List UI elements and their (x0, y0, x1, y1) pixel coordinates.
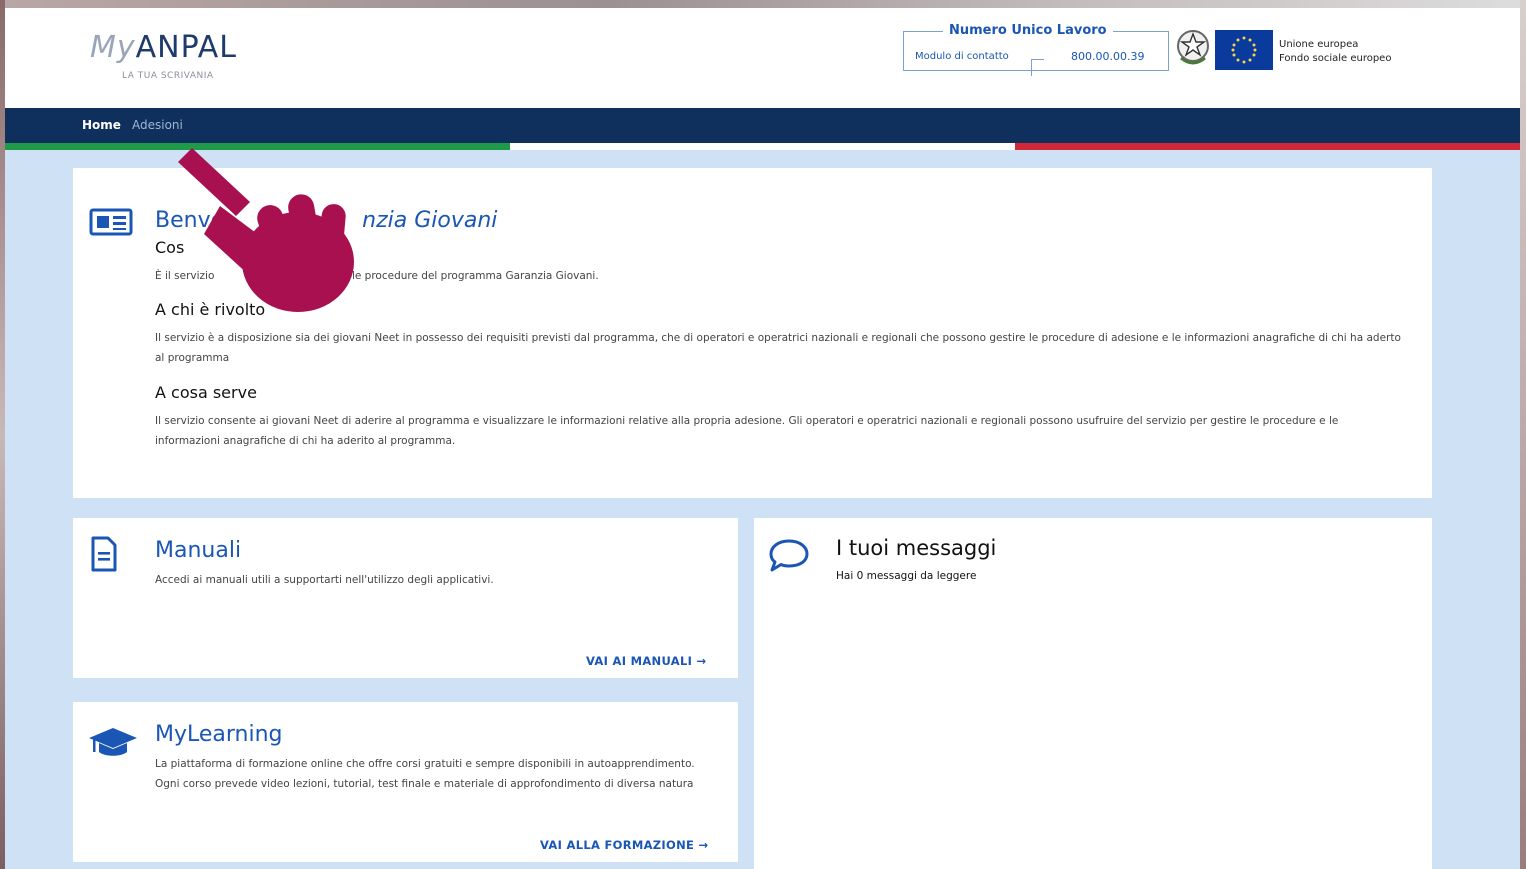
nav-home[interactable]: Home (82, 118, 121, 132)
screen-frame-top (0, 0, 1526, 8)
logo-subtitle: LA TUA SCRIVANIA (122, 71, 214, 81)
logo-prefix: My (90, 30, 136, 65)
logo-main: ANPAL (135, 30, 238, 65)
myanpal-logo[interactable]: MyANPAL LA TUA SCRIVANIA (90, 30, 237, 81)
newspaper-icon (89, 208, 133, 236)
screen-frame-right (1520, 0, 1526, 869)
eu-flag-icon (1215, 30, 1273, 70)
site-header: MyANPAL LA TUA SCRIVANIA Numero Unico La… (5, 8, 1520, 108)
document-icon (91, 536, 117, 572)
contact-number[interactable]: 800.00.00.39 (1071, 50, 1144, 63)
eu-fund-text: Unione europea Fondo sociale europeo (1279, 39, 1392, 64)
vai-alla-formazione-link[interactable]: VAI ALLA FORMAZIONE → (540, 838, 708, 852)
section-a-chi-text: Il servizio è a disposizione sia dei gio… (155, 332, 1401, 364)
numero-unico-lavoro-box: Numero Unico Lavoro Modulo di contatto 8… (903, 23, 1169, 76)
speech-bubble-icon (769, 539, 809, 572)
contact-form-link[interactable]: Modulo di contatto (915, 51, 1009, 62)
manuali-card: Manuali Accedi ai manuali utili a suppor… (73, 518, 738, 678)
mylearning-title[interactable]: MyLearning (155, 722, 283, 747)
graduation-cap-icon (89, 728, 137, 756)
messaggi-title: I tuoi messaggi (836, 536, 997, 560)
section-a-cosa-text: Il servizio consente ai giovani Neet di … (155, 415, 1339, 447)
italian-republic-emblem-icon (1177, 30, 1209, 65)
mylearning-card: MyLearning La piattaforma di formazione … (73, 702, 738, 862)
mylearning-text: La piattaforma di formazione online che … (155, 758, 695, 790)
main-navbar: Home Adesioni (5, 108, 1520, 143)
messaggi-count-text[interactable]: Hai 0 messaggi da leggere (836, 570, 976, 582)
vai-ai-manuali-link[interactable]: VAI AI MANUALI → (586, 654, 706, 668)
nav-adesioni[interactable]: Adesioni (132, 118, 183, 132)
manuali-title[interactable]: Manuali (155, 538, 241, 563)
section-a-cosa-heading: A cosa serve (155, 383, 257, 402)
pointing-hand-icon (178, 148, 354, 312)
messaggi-card: I tuoi messaggi Hai 0 messaggi da legger… (754, 518, 1432, 869)
manuali-text: Accedi ai manuali utili a supportarti ne… (155, 574, 494, 586)
contact-title: Numero Unico Lavoro (943, 23, 1113, 38)
